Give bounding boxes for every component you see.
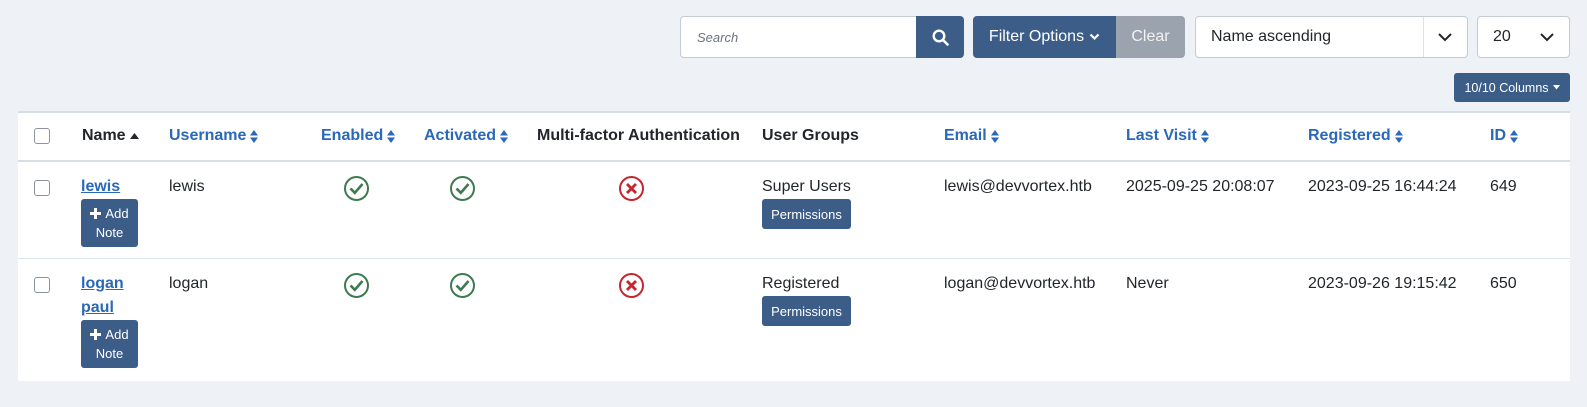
- permissions-button[interactable]: Permissions: [762, 199, 851, 229]
- col-header-user-groups-label: User Groups: [762, 127, 859, 144]
- last-visit-cell: 2025-09-25 20:08:07: [1126, 178, 1275, 195]
- col-header-id-label: ID: [1490, 127, 1506, 144]
- activated-check-icon[interactable]: [449, 272, 476, 299]
- columns-toggle-label: 10/10 Columns: [1464, 80, 1549, 95]
- chevron-down-icon: [1540, 33, 1554, 42]
- username-cell: lewis: [169, 178, 205, 195]
- col-header-activated[interactable]: Activated: [424, 127, 509, 145]
- registered-cell: 2023-09-26 19:15:42: [1308, 275, 1457, 292]
- col-header-registered[interactable]: Registered: [1308, 127, 1403, 145]
- select-all-checkbox[interactable]: [34, 128, 50, 144]
- col-header-user-groups: User Groups: [762, 127, 859, 145]
- col-header-activated-label: Activated: [424, 127, 497, 144]
- table-row: lewis Add Note lewis Super Users Permiss…: [18, 162, 1570, 259]
- col-header-mfa: Multi-factor Authentication: [537, 127, 740, 145]
- search-icon: [931, 28, 949, 46]
- row-checkbox[interactable]: [34, 277, 50, 293]
- list-limit-select[interactable]: 20: [1477, 16, 1570, 58]
- search-button[interactable]: [916, 16, 964, 58]
- add-note-label-2: Note: [95, 225, 124, 240]
- add-note-label-2: Note: [95, 346, 124, 361]
- col-header-email-label: Email: [944, 127, 987, 144]
- add-note-label-1: Add: [105, 327, 129, 342]
- list-limit-value: 20: [1493, 28, 1511, 45]
- sort-icon: [500, 129, 509, 143]
- clear-button[interactable]: Clear: [1116, 16, 1185, 58]
- col-header-last-visit[interactable]: Last Visit: [1126, 127, 1209, 145]
- col-header-enabled[interactable]: Enabled: [321, 127, 396, 145]
- col-header-username-label: Username: [169, 127, 247, 144]
- enabled-check-icon[interactable]: [343, 272, 370, 299]
- select-divider: [1423, 17, 1424, 57]
- mfa-disabled-icon: [619, 176, 644, 201]
- row-checkbox[interactable]: [34, 180, 50, 196]
- email-cell: logan@devvortex.htb: [944, 275, 1096, 292]
- users-table: Name Username Enabled Activated Multi-fa…: [18, 111, 1570, 381]
- sort-select-value: Name ascending: [1211, 28, 1332, 45]
- user-name-link[interactable]: logan paul: [81, 272, 141, 320]
- mfa-disabled-icon: [619, 273, 644, 298]
- columns-toggle-button[interactable]: 10/10 Columns: [1454, 73, 1570, 102]
- registered-cell: 2023-09-25 16:44:24: [1308, 178, 1457, 195]
- col-header-registered-label: Registered: [1308, 127, 1391, 144]
- table-header: Name Username Enabled Activated Multi-fa…: [18, 113, 1570, 162]
- col-header-mfa-label: Multi-factor Authentication: [537, 127, 740, 144]
- enabled-check-icon[interactable]: [343, 175, 370, 202]
- add-note-button[interactable]: Add Note: [81, 199, 138, 247]
- table-row: logan paul Add Note logan Registered Per…: [18, 259, 1570, 381]
- search-input[interactable]: [680, 16, 916, 58]
- sort-asc-icon: [129, 133, 139, 139]
- sort-icon: [1394, 129, 1403, 143]
- id-cell: 650: [1490, 275, 1517, 292]
- col-header-email[interactable]: Email: [944, 127, 999, 145]
- col-header-name-label: Name: [82, 127, 126, 144]
- col-header-name[interactable]: Name: [82, 127, 139, 145]
- id-cell: 649: [1490, 178, 1517, 195]
- plus-icon: [90, 329, 102, 340]
- email-cell: lewis@devvortex.htb: [944, 178, 1092, 195]
- plus-icon: [90, 208, 102, 219]
- chevron-down-icon: [1438, 33, 1452, 42]
- add-note-label-1: Add: [105, 206, 129, 221]
- sort-icon: [1200, 129, 1209, 143]
- col-header-id[interactable]: ID: [1490, 127, 1518, 145]
- last-visit-cell: Never: [1126, 275, 1169, 292]
- add-note-button[interactable]: Add Note: [81, 320, 138, 368]
- col-header-username[interactable]: Username: [169, 127, 259, 145]
- sort-icon: [990, 129, 999, 143]
- sort-icon: [250, 129, 259, 143]
- sort-icon: [1510, 129, 1518, 143]
- col-header-enabled-label: Enabled: [321, 127, 384, 144]
- col-header-last-visit-label: Last Visit: [1126, 127, 1197, 144]
- permissions-button[interactable]: Permissions: [762, 296, 851, 326]
- user-name-link[interactable]: lewis: [81, 175, 141, 199]
- filter-options-button[interactable]: Filter Options: [973, 16, 1116, 58]
- filter-options-label: Filter Options: [988, 28, 1085, 45]
- search-group: [680, 16, 964, 58]
- activated-check-icon[interactable]: [449, 175, 476, 202]
- username-cell: logan: [169, 275, 209, 292]
- sort-select[interactable]: Name ascending: [1195, 16, 1468, 58]
- chevron-down-icon: [1089, 33, 1100, 41]
- user-group-cell: Super Users: [762, 178, 851, 195]
- caret-down-icon: [1552, 85, 1560, 90]
- sort-icon: [387, 129, 396, 143]
- user-group-cell: Registered: [762, 275, 840, 292]
